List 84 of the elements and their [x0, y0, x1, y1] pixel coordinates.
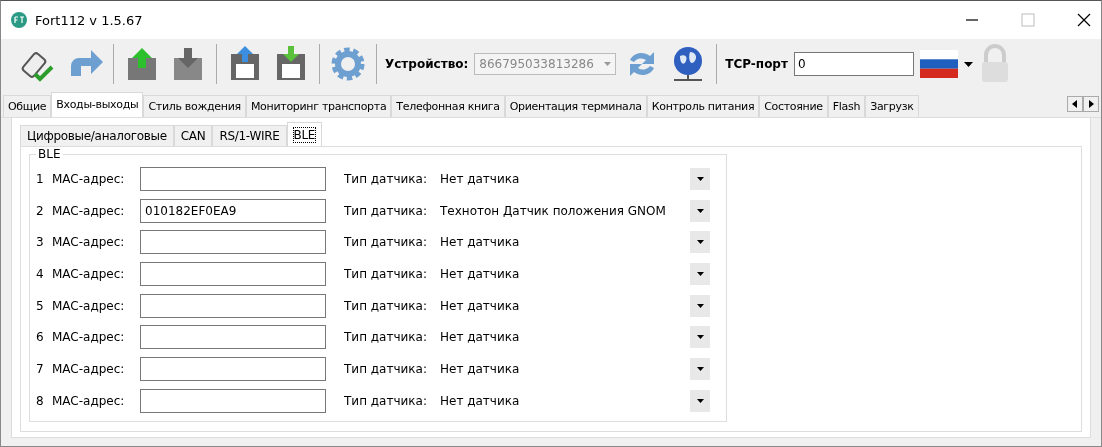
- row-number: 4: [36, 266, 45, 281]
- tab[interactable]: Загрузк: [865, 95, 919, 117]
- caret-icon: [696, 208, 704, 213]
- row-number: 6: [36, 330, 45, 345]
- caret-icon: [696, 176, 704, 181]
- sensor-type-label: Тип датчика:: [344, 203, 428, 218]
- caret-icon[interactable]: [963, 61, 973, 67]
- mac-field[interactable]: [140, 293, 326, 318]
- tab[interactable]: Стиль вождения: [143, 95, 246, 117]
- dropdown-button[interactable]: [690, 294, 710, 317]
- tab[interactable]: Входы-выходы: [51, 92, 144, 117]
- subtab[interactable]: Цифровые/аналоговые: [20, 125, 174, 146]
- caret-icon: [696, 366, 704, 371]
- mac-field[interactable]: [140, 388, 326, 413]
- row-number: 5: [36, 298, 45, 313]
- sensor-type-label: Тип датчика:: [344, 330, 428, 345]
- tab[interactable]: Контроль питания: [646, 95, 760, 117]
- dropdown-button[interactable]: [690, 262, 710, 285]
- row-number: 2: [36, 203, 45, 218]
- group-title: BLE: [37, 147, 62, 161]
- caret-icon: [696, 398, 704, 403]
- mac-label: MAC-адрес:: [52, 393, 126, 408]
- tab[interactable]: Состояние: [759, 95, 828, 117]
- mac-label: MAC-адрес:: [52, 330, 126, 345]
- sensor-type-label: Тип датчика:: [344, 298, 428, 313]
- mac-label: MAC-адрес:: [52, 266, 126, 281]
- mac-label: MAC-адрес:: [52, 171, 126, 186]
- sensor-dropdown[interactable]: Нет датчика: [440, 356, 710, 381]
- subtab[interactable]: BLE: [286, 122, 323, 146]
- subtab[interactable]: CAN: [173, 125, 213, 146]
- row-number: 8: [36, 393, 45, 408]
- sensor-type-label: Тип датчика:: [344, 171, 428, 186]
- dropdown-button[interactable]: [690, 357, 710, 380]
- mac-field[interactable]: [140, 261, 326, 286]
- caret-icon: [604, 62, 612, 66]
- tab[interactable]: Мониторинг транспорта: [245, 95, 392, 117]
- subtab[interactable]: RS/1-WIRE: [212, 125, 287, 146]
- mac-label: MAC-адрес:: [52, 361, 126, 376]
- sensor-dropdown[interactable]: Нет датчика: [440, 230, 710, 255]
- app-logo: [11, 12, 27, 28]
- dropdown-button[interactable]: [690, 167, 710, 190]
- sensor-type-label: Тип датчика:: [344, 235, 428, 250]
- sensor-dropdown[interactable]: Нет датчика: [440, 261, 710, 286]
- scroll-right-button[interactable]: [1083, 96, 1099, 112]
- right-triangle-icon: [1088, 100, 1094, 108]
- dropdown-button[interactable]: [690, 389, 710, 412]
- left-triangle-icon: [1072, 100, 1078, 108]
- mac-label: MAC-адрес:: [52, 298, 126, 313]
- caret-icon: [696, 240, 704, 245]
- dropdown-button[interactable]: [690, 199, 710, 222]
- window-title: Fort112 v 1.5.67: [35, 12, 143, 28]
- tab[interactable]: Телефонная книга: [391, 95, 505, 117]
- dropdown-button[interactable]: [690, 326, 710, 349]
- sensor-type-label: Тип датчика:: [344, 266, 428, 281]
- mac-field[interactable]: [140, 356, 326, 381]
- row-number: 3: [36, 235, 45, 250]
- tcp-port-field[interactable]: 0: [793, 52, 914, 76]
- row-number: 7: [36, 361, 45, 376]
- caret-icon: [696, 335, 704, 340]
- sensor-dropdown[interactable]: Нет датчика: [440, 166, 710, 191]
- caret-icon: [696, 303, 704, 308]
- tab[interactable]: Ориентация терминала: [504, 95, 647, 117]
- row-number: 1: [36, 171, 45, 186]
- sensor-dropdown[interactable]: Нет датчика: [440, 388, 710, 413]
- sensor-type-label: Тип датчика:: [344, 393, 428, 408]
- dropdown-button[interactable]: [690, 231, 710, 254]
- mac-label: MAC-адрес:: [52, 235, 126, 250]
- tcp-port-label: TCP-порт: [725, 57, 788, 71]
- mac-field[interactable]: [140, 325, 326, 350]
- close-icon[interactable]: [1077, 13, 1091, 27]
- mac-label: MAC-адрес:: [52, 203, 126, 218]
- mac-field[interactable]: [140, 230, 326, 255]
- caret-icon: [696, 271, 704, 276]
- flag-icon[interactable]: [919, 50, 958, 78]
- scroll-left-button[interactable]: [1067, 96, 1083, 112]
- sensor-type-label: Тип датчика:: [344, 361, 428, 376]
- mac-field[interactable]: [140, 166, 326, 191]
- sensor-dropdown[interactable]: Нет датчика: [440, 293, 710, 318]
- device-label: Устройство:: [385, 57, 469, 71]
- sensor-dropdown[interactable]: Технотон Датчик положения GNOM: [440, 198, 710, 223]
- tab[interactable]: Общие: [3, 95, 52, 117]
- mac-field[interactable]: 010182EF0EA9: [140, 198, 326, 223]
- tab[interactable]: Flash: [827, 95, 866, 117]
- sensor-dropdown[interactable]: Нет датчика: [440, 325, 710, 350]
